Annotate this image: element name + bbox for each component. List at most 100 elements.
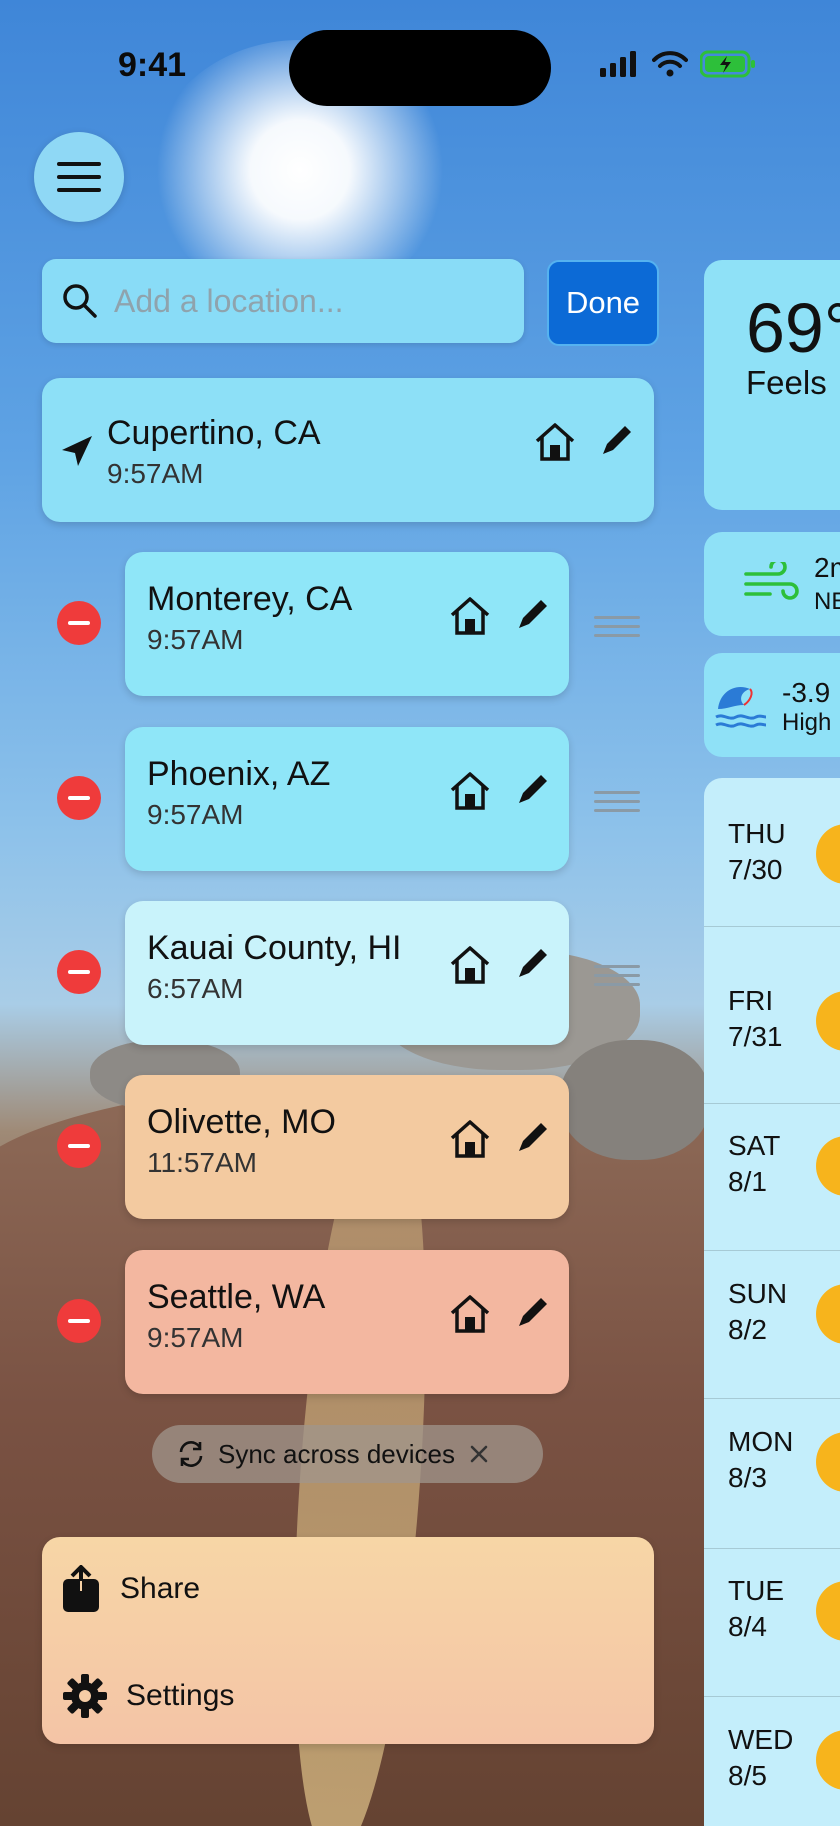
location-arrow-icon: [62, 436, 92, 466]
home-icon[interactable]: [449, 945, 491, 985]
settings-label: Settings: [126, 1679, 235, 1712]
reorder-handle[interactable]: [594, 959, 640, 992]
location-name: Phoenix, AZ: [147, 755, 331, 793]
sun-icon: [816, 1730, 840, 1790]
location-card[interactable]: Monterey, CA 9:57AM: [125, 552, 569, 696]
share-icon: [63, 1565, 99, 1612]
hamburger-icon: [57, 162, 101, 192]
forecast-weekday: SAT: [728, 1130, 781, 1161]
divider: [704, 1103, 840, 1104]
forecast-weekday: SUN: [728, 1278, 788, 1309]
close-icon[interactable]: [469, 1444, 489, 1464]
delete-button[interactable]: [57, 776, 101, 820]
forecast-weekday: WED: [728, 1724, 794, 1755]
wind-speed: 2m: [814, 552, 840, 583]
temperature: 69°: [746, 289, 840, 367]
edit-icon[interactable]: [599, 424, 633, 458]
reorder-handle[interactable]: [594, 610, 640, 643]
edit-icon[interactable]: [515, 1296, 549, 1330]
share-label: Share: [120, 1572, 201, 1605]
reorder-handle[interactable]: [594, 785, 640, 818]
forecast-date: 8/1: [728, 1166, 767, 1197]
tide-card[interactable]: -3.9 High: [704, 653, 840, 757]
current-temp-card[interactable]: 69° Feels: [704, 260, 840, 510]
minus-icon: [68, 1319, 90, 1323]
share-item[interactable]: Share: [62, 1565, 200, 1613]
location-card[interactable]: Seattle, WA 9:57AM: [125, 1250, 569, 1394]
location-name: Cupertino, CA: [107, 414, 321, 452]
sync-icon: [179, 1441, 203, 1467]
menu-button[interactable]: [34, 132, 124, 222]
location-name: Monterey, CA: [147, 580, 353, 618]
wind-card[interactable]: 2m NE: [704, 532, 840, 636]
done-button[interactable]: Done: [547, 260, 659, 346]
edit-icon[interactable]: [515, 947, 549, 981]
forecast-day[interactable]: THU 7/30: [728, 816, 786, 888]
home-icon[interactable]: [449, 771, 491, 811]
rock: [560, 1040, 710, 1160]
wind-direction: NE: [814, 588, 840, 615]
forecast-weekday: MON: [728, 1426, 794, 1457]
location-card[interactable]: Phoenix, AZ 9:57AM: [125, 727, 569, 871]
wind-icon: [744, 562, 799, 600]
home-icon[interactable]: [449, 1119, 491, 1159]
forecast-weekday: TUE: [728, 1575, 784, 1606]
forecast-date: 7/31: [728, 1021, 783, 1052]
menu-card: Share Settings: [42, 1537, 654, 1744]
minus-icon: [68, 970, 90, 974]
forecast-day[interactable]: SUN 8/2: [728, 1276, 787, 1348]
forecast-weekday: THU: [728, 818, 786, 849]
forecast-date: 8/2: [728, 1314, 767, 1345]
forecast-day[interactable]: SAT 8/1: [728, 1128, 780, 1200]
home-icon[interactable]: [534, 422, 576, 462]
forecast-weekday: FRI: [728, 985, 774, 1016]
minus-icon: [68, 1144, 90, 1148]
forecast-date: 8/4: [728, 1611, 767, 1642]
delete-button[interactable]: [57, 1124, 101, 1168]
sync-pill[interactable]: Sync across devices: [152, 1425, 543, 1483]
sun-icon: [816, 1581, 840, 1641]
divider: [704, 926, 840, 927]
forecast-day[interactable]: FRI 7/31: [728, 983, 783, 1055]
edit-icon[interactable]: [515, 598, 549, 632]
delete-button[interactable]: [57, 1299, 101, 1343]
edit-icon[interactable]: [515, 773, 549, 807]
delete-button[interactable]: [57, 950, 101, 994]
location-name: Olivette, MO: [147, 1103, 336, 1141]
divider: [704, 1548, 840, 1549]
forecast-date: 7/30: [728, 854, 783, 885]
sun-icon: [816, 991, 840, 1051]
home-icon[interactable]: [449, 1294, 491, 1334]
status-time: 9:41: [118, 46, 187, 84]
forecast-date: 8/3: [728, 1462, 767, 1493]
forecast-day[interactable]: WED 8/5: [728, 1722, 793, 1794]
settings-item[interactable]: Settings: [62, 1673, 234, 1719]
location-time: 9:57AM: [147, 624, 244, 655]
location-card[interactable]: Olivette, MO 11:57AM: [125, 1075, 569, 1219]
location-card[interactable]: Kauai County, HI 6:57AM: [125, 901, 569, 1045]
wifi-icon: [652, 51, 688, 77]
location-time: 6:57AM: [147, 973, 244, 1004]
tide-label: High: [782, 709, 832, 736]
status-icons: [600, 50, 756, 78]
home-icon[interactable]: [449, 596, 491, 636]
sync-label: Sync across devices: [218, 1438, 455, 1469]
tide-value: -3.9: [782, 677, 831, 708]
feels-like-label: Feels: [746, 364, 827, 401]
location-time: 11:57AM: [147, 1147, 257, 1178]
delete-button[interactable]: [57, 601, 101, 645]
forecast-list: THU 7/30 FRI 7/31 SAT 8/1 SUN 8/2 MON 8/3 TUE 8/4 WE…: [704, 778, 840, 1826]
location-time: 9:57AM: [147, 1322, 244, 1353]
sun-icon: [816, 1136, 840, 1196]
sun-icon: [816, 824, 840, 884]
forecast-day[interactable]: MON 8/3: [728, 1424, 793, 1496]
edit-icon[interactable]: [515, 1121, 549, 1155]
current-location-card[interactable]: Cupertino, CA 9:57AM: [42, 378, 654, 522]
sun-icon: [816, 1432, 840, 1492]
battery-icon: [700, 50, 755, 78]
search-input[interactable]: [112, 281, 496, 321]
minus-icon: [68, 621, 90, 625]
forecast-day[interactable]: TUE 8/4: [728, 1573, 784, 1645]
dynamic-island: [289, 30, 551, 106]
location-time: 9:57AM: [147, 799, 244, 830]
